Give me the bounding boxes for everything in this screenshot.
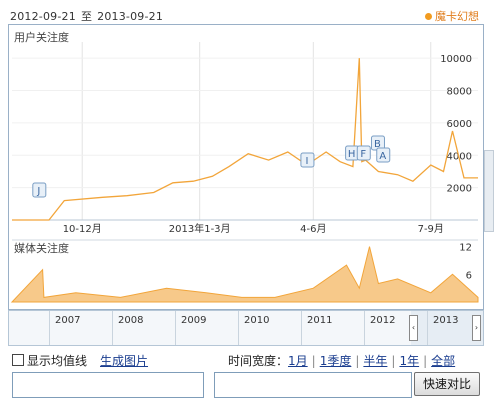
show-average-label: 显示均值线 [27, 354, 88, 368]
checkbox-icon[interactable] [12, 354, 24, 366]
user-x-tick-label: 2013年1-3月 [169, 222, 231, 235]
keyword-input-1[interactable] [12, 372, 204, 398]
timeline-year-divider [364, 311, 365, 345]
range-1y[interactable]: 1年 [399, 354, 419, 368]
media-y-tick-label: 6 [466, 270, 472, 281]
generate-image-link[interactable]: 生成图片 [100, 352, 148, 369]
chart-svg[interactable]: 20004000600080001000010-12月 2013年1-3月 4-6月… [0, 0, 497, 310]
quick-compare-button[interactable]: 快速对比 [414, 372, 480, 396]
user-y-tick-label: 10000 [440, 54, 472, 65]
vertical-scroll-handle[interactable] [484, 150, 494, 232]
user-x-tick-label: 10-12月 [63, 223, 102, 235]
user-x-tick-label: 7-9月 [418, 223, 444, 235]
timeline-left-handle[interactable]: ‹ [409, 315, 418, 341]
timeline-year-label: 2012 [370, 315, 396, 326]
timeline-year-label: 2010 [244, 315, 270, 326]
timeline-year-divider [238, 311, 239, 345]
timeline-year-divider [427, 311, 428, 345]
timeline-year-label: 2011 [307, 315, 333, 326]
media-y-tick-label: 12 [459, 243, 472, 254]
show-average-toggle[interactable]: 显示均值线 [12, 352, 87, 369]
event-marker-label: H [348, 149, 356, 160]
timeline-year-label: 2009 [181, 315, 207, 326]
time-width-label: 时间宽度： [228, 354, 289, 368]
range-1m[interactable]: 1月 [288, 354, 308, 368]
range-half-year[interactable]: 半年 [363, 354, 387, 368]
user-y-tick-label: 8000 [447, 87, 472, 98]
timeline-right-handle[interactable]: › [472, 315, 481, 341]
event-marker-label: I [305, 156, 308, 167]
range-1q[interactable]: 1季度 [320, 354, 352, 368]
timeline-year-label: 2007 [55, 315, 81, 326]
timeline-year-divider [112, 311, 113, 345]
user-y-tick-label: 6000 [447, 119, 472, 130]
user-y-tick-label: 2000 [447, 184, 472, 195]
range-all[interactable]: 全部 [431, 354, 455, 368]
timeline-year-label: 2013 [433, 315, 459, 326]
event-marker-label: F [360, 149, 366, 160]
timeline-year-label: 2008 [118, 315, 144, 326]
timeline-year-divider [175, 311, 176, 345]
timeline-year-divider [49, 311, 50, 345]
timeline-year-divider [301, 311, 302, 345]
event-marker-label: A [379, 151, 386, 162]
time-width-bar: 时间宽度：1月 | 1季度 | 半年 | 1年 | 全部 [228, 354, 456, 368]
timeline-overview[interactable]: 2007 2008 2009 2010 2011 2012 2013 ‹ › [8, 310, 484, 346]
event-marker-label: J [36, 186, 40, 197]
keyword-input-2[interactable] [214, 372, 412, 398]
user-x-tick-label: 4-6月 [300, 223, 326, 235]
media-attention-area [10, 246, 479, 303]
